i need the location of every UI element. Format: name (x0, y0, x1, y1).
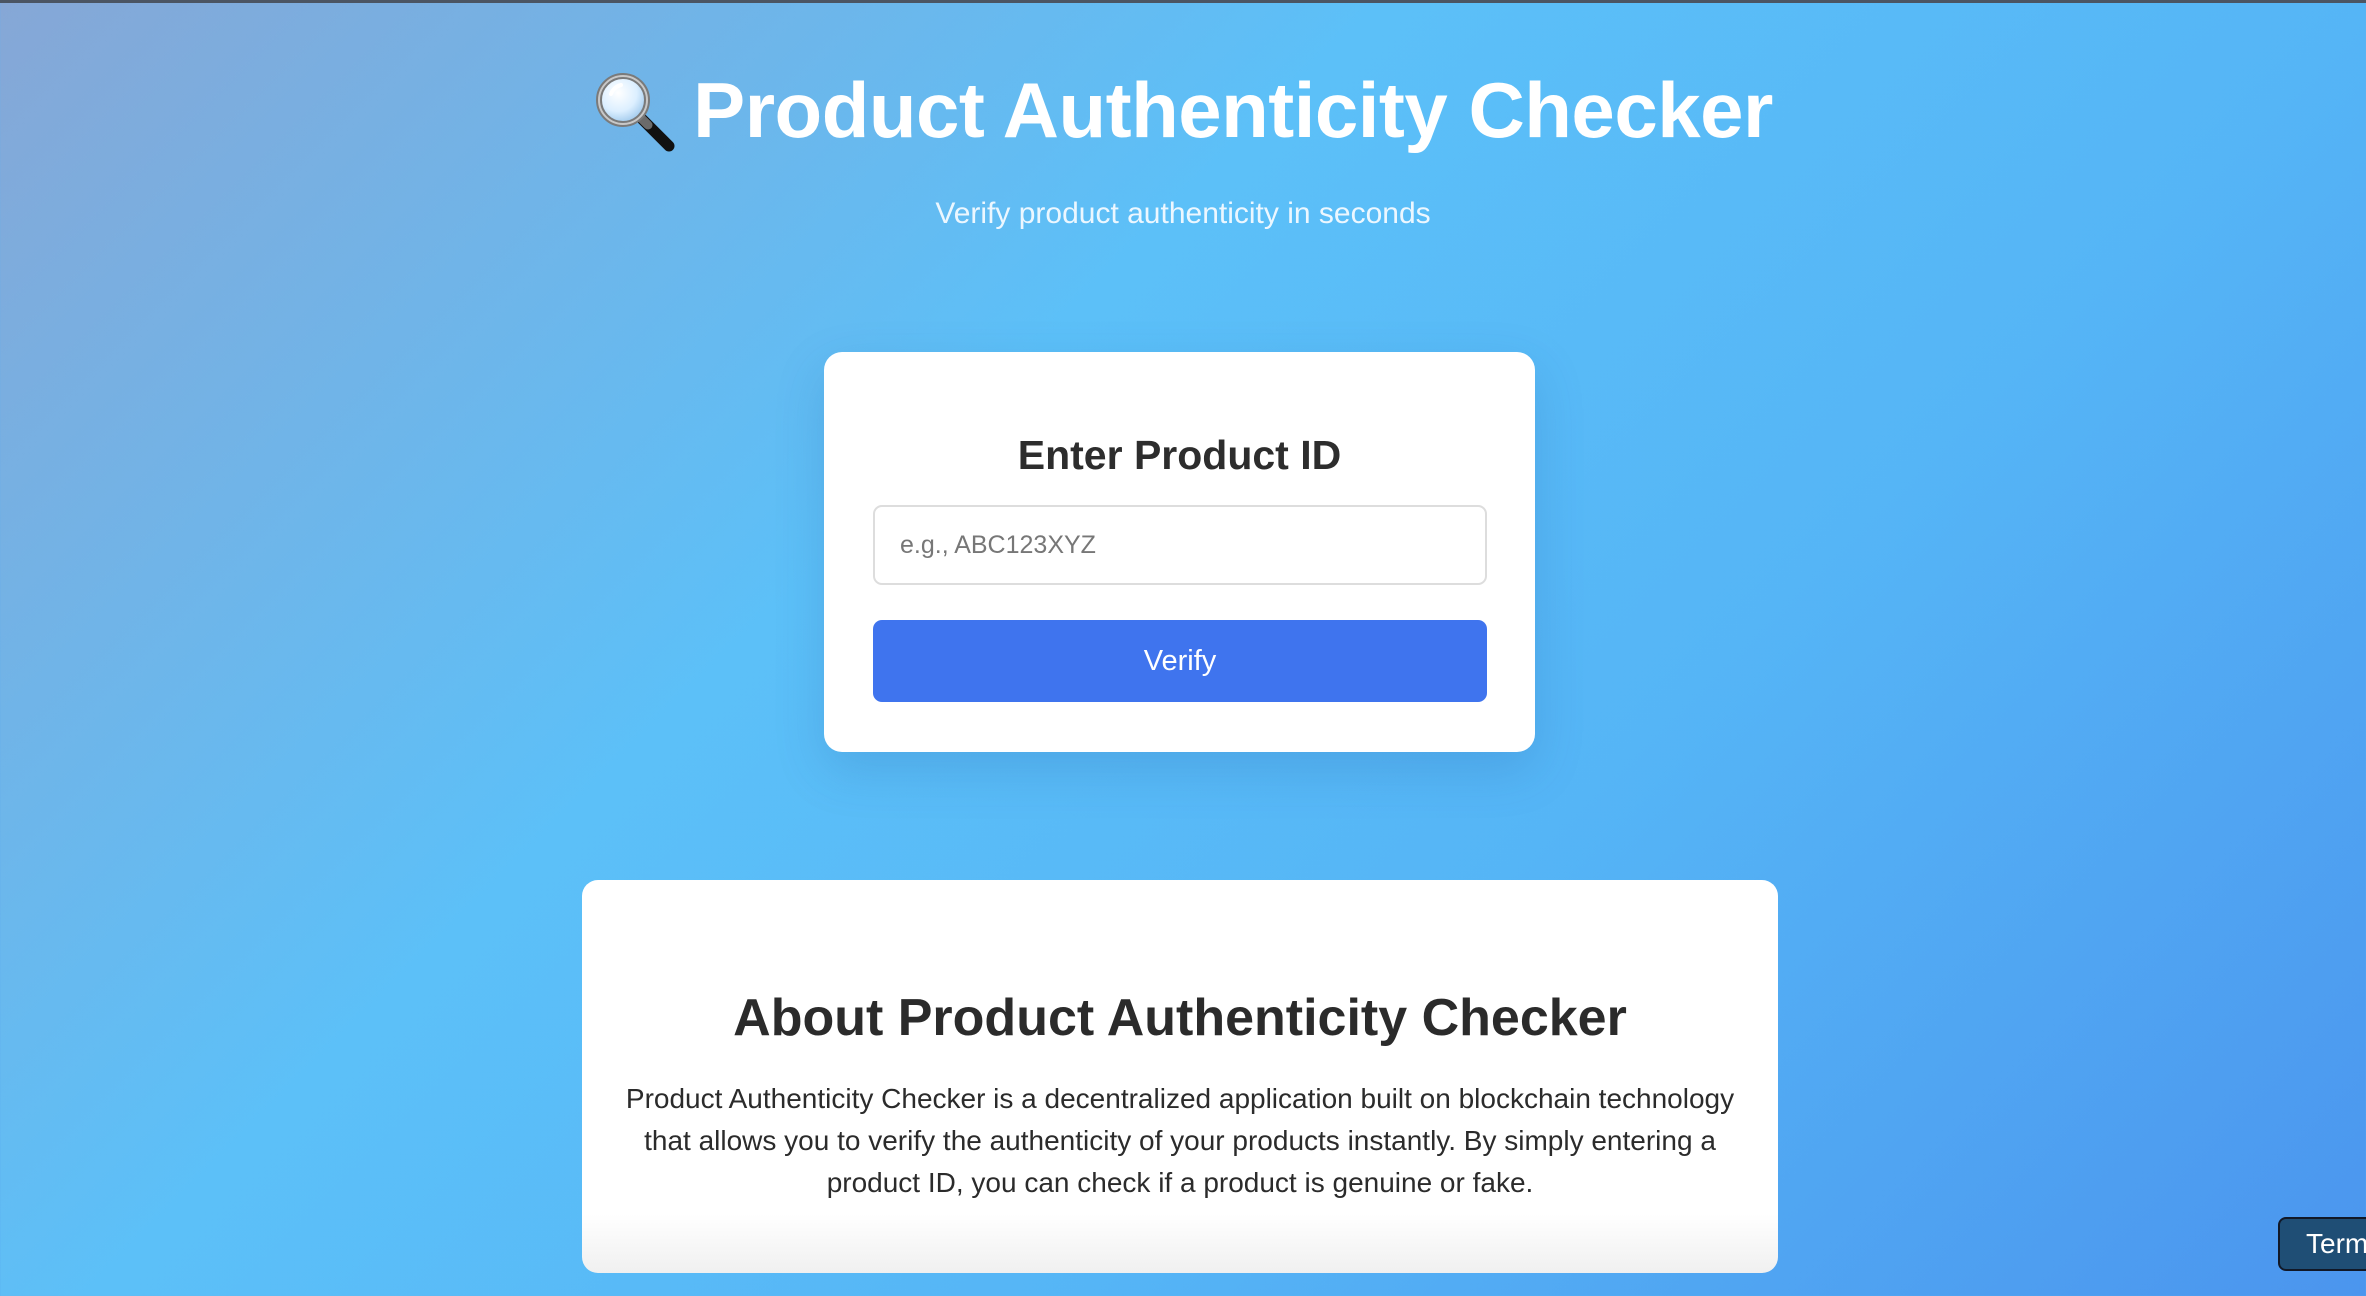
verify-button[interactable]: Verify (873, 620, 1487, 702)
page-title: Product Authenticity Checker (593, 65, 1773, 156)
product-id-input[interactable] (873, 505, 1487, 585)
magnifying-glass-icon (593, 70, 675, 152)
page-header: Product Authenticity Checker Verify prod… (0, 65, 2366, 231)
page-title-text: Product Authenticity Checker (693, 66, 1773, 154)
verify-card-heading: Enter Product ID (1017, 432, 1342, 478)
about-heading: About Product Authenticity Checker (733, 989, 1627, 1047)
terminal-tab[interactable]: Term (2278, 1217, 2366, 1271)
page-subtitle: Verify product authenticity in seconds (935, 196, 1431, 230)
verify-card: Enter Product ID Verify (824, 352, 1535, 752)
about-description: Product Authenticity Checker is a decent… (625, 1083, 1735, 1198)
about-section: About Product Authenticity Checker Produ… (582, 880, 1778, 1273)
